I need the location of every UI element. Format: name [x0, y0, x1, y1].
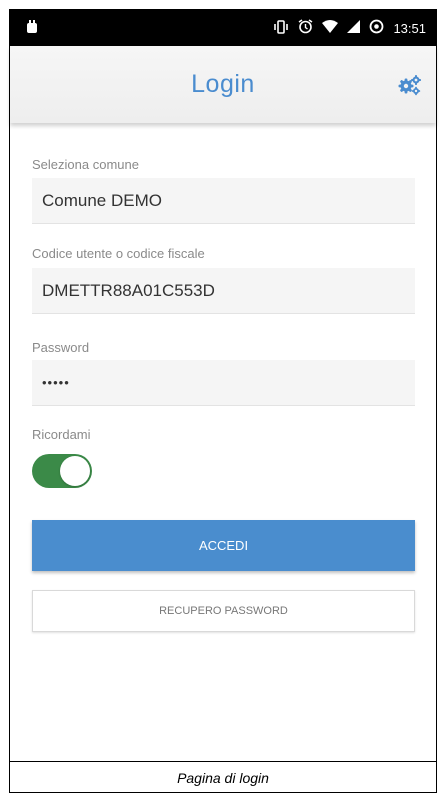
- remember-toggle[interactable]: [32, 454, 92, 488]
- toggle-knob: [60, 456, 90, 486]
- sync-icon: [369, 19, 384, 37]
- signal-icon: [347, 20, 361, 36]
- app-bar: Login: [10, 46, 436, 123]
- alarm-icon: [298, 19, 313, 37]
- device-frame: 13:51 Login Seleziona comune Comune DEMO…: [9, 9, 437, 793]
- recover-password-button[interactable]: RECUPERO PASSWORD: [32, 590, 415, 632]
- gears-icon[interactable]: [398, 74, 422, 96]
- comune-select[interactable]: Comune DEMO: [32, 178, 415, 224]
- remember-label: Ricordami: [32, 427, 91, 442]
- vibrate-icon: [273, 19, 289, 37]
- login-button[interactable]: ACCEDI: [32, 520, 415, 571]
- page-title: Login: [191, 70, 255, 98]
- status-time: 13:51: [393, 20, 426, 36]
- status-bar: 13:51: [10, 10, 436, 46]
- comune-label: Seleziona comune: [32, 157, 139, 172]
- wifi-icon: [322, 20, 339, 36]
- password-label: Password: [32, 340, 90, 355]
- user-code-label: Codice utente o codice fiscale: [32, 246, 205, 261]
- figure-caption: Pagina di login: [177, 770, 269, 786]
- password-field[interactable]: •••••: [32, 360, 415, 406]
- notification-icon: [26, 19, 38, 37]
- user-code-field[interactable]: DMETTR88A01C553D: [32, 268, 415, 314]
